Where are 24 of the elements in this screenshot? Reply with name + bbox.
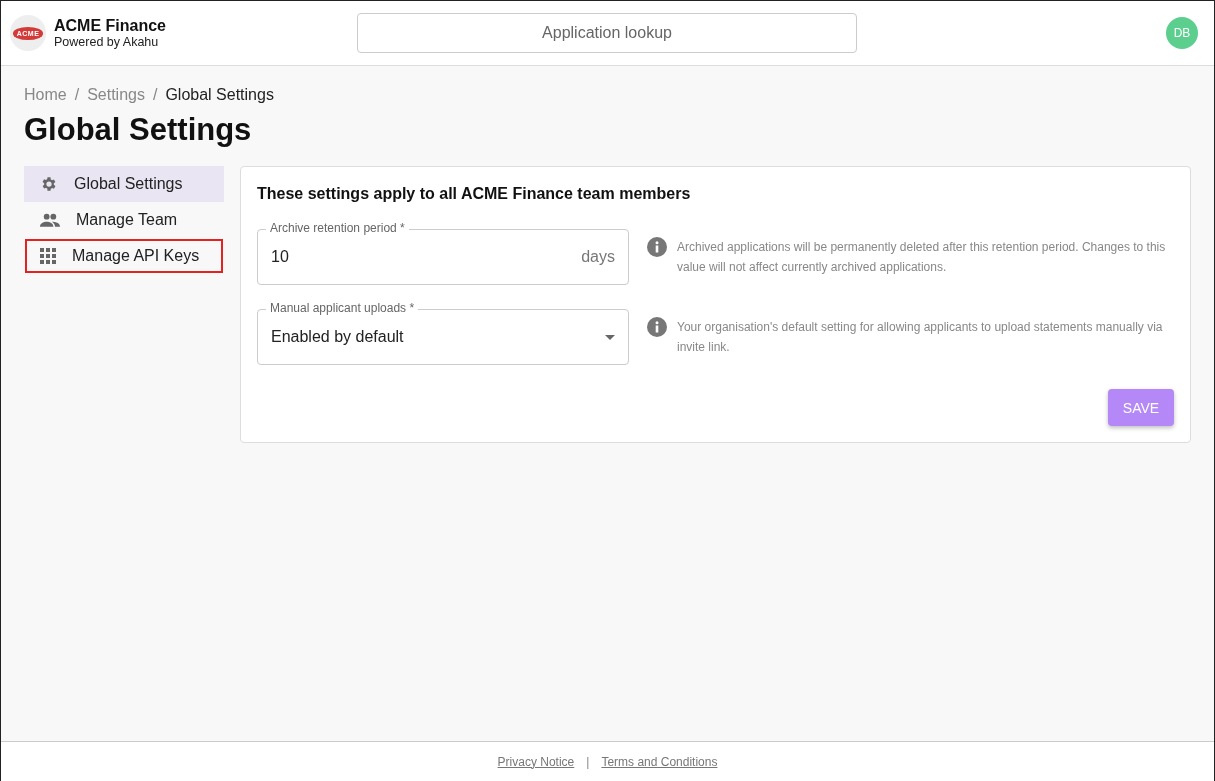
save-button[interactable]: SAVE xyxy=(1108,389,1174,426)
footer-divider: | xyxy=(586,754,590,769)
breadcrumb-separator: / xyxy=(74,86,80,104)
card-heading: These settings apply to all ACME Finance team members xyxy=(257,185,692,203)
grid-icon xyxy=(40,248,56,264)
help-text: Archived applications will be permanently deleted after this retention period. Changes to this value will not affect currently archived applications. xyxy=(677,239,1167,276)
sidebar-item[interactable]: Manage Team xyxy=(24,202,224,238)
breadcrumb-link[interactable]: Settings xyxy=(87,86,145,104)
search-field[interactable]: Application lookup xyxy=(357,13,857,53)
breadcrumb-link[interactable]: Home xyxy=(24,86,67,104)
brand-name: ACME Finance xyxy=(54,17,167,35)
sidebar-item[interactable]: Global Settings xyxy=(24,166,224,202)
info-icon xyxy=(647,317,667,337)
sidebar-item[interactable]: Manage API Keys xyxy=(24,238,224,274)
brand-tagline: Powered by Akahu xyxy=(54,35,160,49)
footer-link[interactable]: Privacy Notice xyxy=(497,754,575,769)
gear-icon xyxy=(40,175,58,193)
breadcrumb-separator: / xyxy=(152,86,158,104)
help-text: Your organisation's default setting for allowing applicants to upload statements manually via invite link. xyxy=(677,319,1164,356)
footer-link[interactable]: Terms and Conditions xyxy=(601,754,718,769)
info-icon xyxy=(647,237,667,257)
people-icon xyxy=(40,213,60,227)
page-title: Global Settings xyxy=(24,112,253,148)
dropdown-caret-icon xyxy=(605,334,615,340)
